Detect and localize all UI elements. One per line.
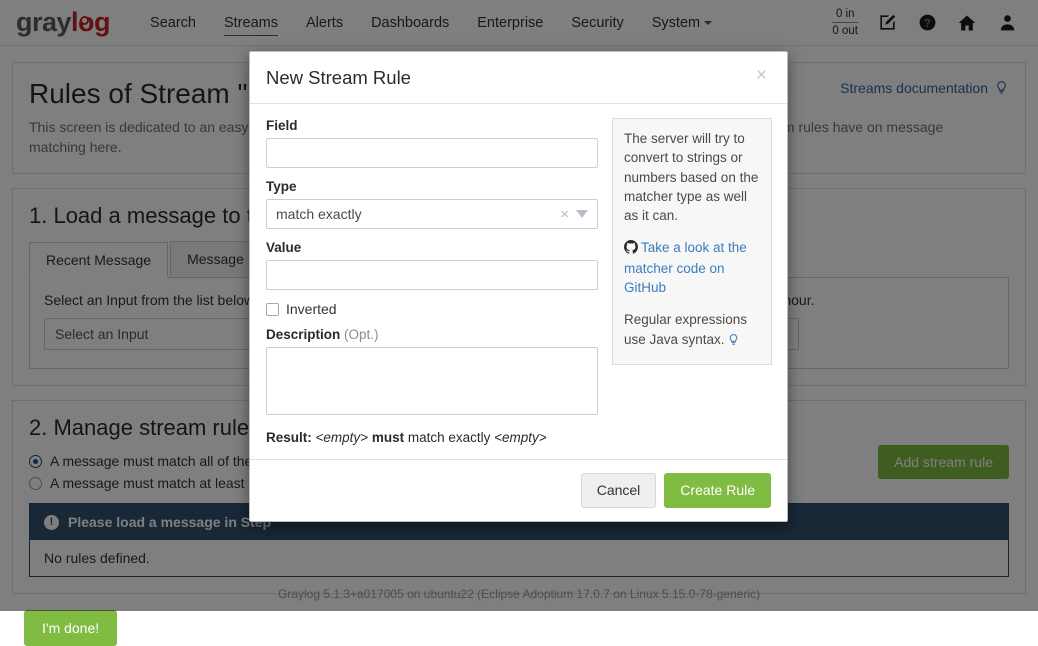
create-rule-button[interactable]: Create Rule <box>664 473 771 508</box>
inverted-checkbox[interactable] <box>266 303 279 316</box>
new-stream-rule-modal: New Stream Rule × Field Type match exact… <box>249 51 788 522</box>
modal-header: New Stream Rule × <box>250 52 787 104</box>
type-select-value: match exactly <box>276 206 362 222</box>
description-textarea[interactable] <box>266 347 598 415</box>
help-paragraph-1: The server will try to convert to string… <box>624 129 760 225</box>
modal-title: New Stream Rule <box>266 67 771 89</box>
result-preview: Result: <empty> must match exactly <empt… <box>266 430 598 445</box>
help-paragraph-2: Regular expressions use Java syntax. <box>624 310 760 351</box>
result-must: must <box>372 430 404 445</box>
close-icon[interactable]: × <box>750 65 773 86</box>
im-done-button[interactable]: I'm done! <box>24 610 117 646</box>
inverted-row[interactable]: Inverted <box>266 301 598 317</box>
matcher-code-github-link[interactable]: Take a look at the matcher code on GitHu… <box>624 240 747 295</box>
value-group: Value <box>266 240 598 290</box>
value-label: Value <box>266 240 598 255</box>
description-optional: (Opt.) <box>344 327 379 342</box>
modal-footer: Cancel Create Rule <box>250 460 787 521</box>
type-select[interactable]: match exactly × <box>266 199 598 229</box>
modal-body: Field Type match exactly × Value Inverte… <box>250 104 787 460</box>
result-empty-right: <empty> <box>494 430 547 445</box>
github-icon <box>624 240 638 259</box>
help-github-paragraph: Take a look at the matcher code on GitHu… <box>624 238 760 297</box>
field-group: Field <box>266 118 598 168</box>
result-empty-left: <empty> <box>316 430 369 445</box>
result-matcher: match exactly <box>408 430 491 445</box>
description-group: Description (Opt.) <box>266 327 598 420</box>
stream-rule-form: Field Type match exactly × Value Inverte… <box>266 118 598 445</box>
type-label: Type <box>266 179 598 194</box>
description-label: Description (Opt.) <box>266 327 598 342</box>
result-prefix: Result: <box>266 430 312 445</box>
lightbulb-icon <box>727 332 740 352</box>
cancel-button[interactable]: Cancel <box>581 473 657 508</box>
value-input[interactable] <box>266 260 598 290</box>
field-input[interactable] <box>266 138 598 168</box>
type-group: Type match exactly × <box>266 179 598 229</box>
clear-icon[interactable]: × <box>560 207 576 222</box>
inverted-label: Inverted <box>286 301 337 317</box>
field-label: Field <box>266 118 598 133</box>
help-box: The server will try to convert to string… <box>612 118 772 365</box>
help-column: The server will try to convert to string… <box>612 118 772 445</box>
chevron-down-icon[interactable] <box>576 210 588 218</box>
